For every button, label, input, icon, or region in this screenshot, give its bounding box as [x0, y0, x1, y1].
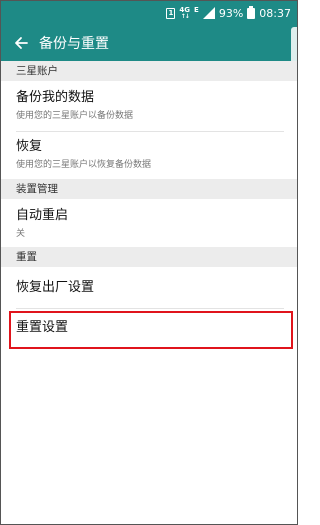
item-title: 自动重启 [16, 208, 69, 223]
battery-percent: 93% [218, 6, 244, 20]
data-arrows-icon: ↑↓ [180, 13, 190, 20]
highlight-box [9, 311, 293, 349]
signal-strength-icon [202, 7, 215, 19]
battery-icon [247, 6, 256, 19]
list-item-factory-reset[interactable]: 恢复出厂设置 [1, 279, 297, 297]
status-bar: 1 4G ↑↓ E 93% 08:37 [1, 1, 297, 25]
item-subtitle: 关 [16, 229, 26, 239]
list-item-backup-my-data[interactable]: 备份我的数据 使用您的三星账户以备份数据 [1, 89, 297, 123]
section-header-samsung-account: 三星账户 [1, 61, 297, 81]
divider [16, 308, 284, 309]
item-subtitle: 使用您的三星账户以恢复备份数据 [16, 160, 152, 170]
list-item-restore[interactable]: 恢复 使用您的三星账户以恢复备份数据 [1, 138, 297, 172]
back-button[interactable] [7, 25, 35, 61]
item-title: 恢复出厂设置 [16, 280, 95, 295]
network-type-icon: 4G ↑↓ [179, 6, 190, 20]
status-icons: 1 4G ↑↓ E 93% 08:37 [166, 5, 291, 21]
item-subtitle: 使用您的三星账户以备份数据 [16, 111, 134, 121]
sim-card-icon: 1 [166, 7, 176, 19]
item-title: 恢复 [16, 139, 43, 154]
list-item-auto-restart[interactable]: 自动重启 关 [1, 207, 297, 241]
scroll-indicator[interactable] [291, 27, 297, 91]
app-bar: 备份与重置 [1, 25, 297, 61]
back-arrow-icon [15, 37, 28, 49]
section-header-device-management: 装置管理 [1, 179, 297, 199]
section-header-reset: 重置 [1, 247, 297, 267]
screen: 1 4G ↑↓ E 93% 08:37 备份与重置 三星账户 备份我的数据 使用… [0, 0, 298, 525]
divider [16, 131, 284, 132]
clock: 08:37 [259, 6, 291, 20]
page-title: 备份与重置 [39, 36, 109, 52]
item-title: 备份我的数据 [16, 90, 95, 105]
data-type-label: E [194, 6, 199, 14]
